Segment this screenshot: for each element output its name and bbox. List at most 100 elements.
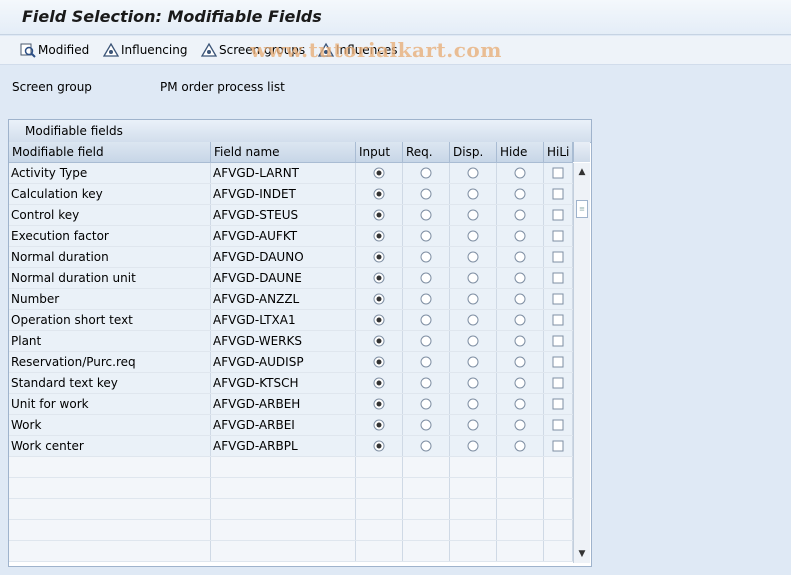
disp-radio[interactable]	[467, 167, 479, 179]
hide-radio[interactable]	[514, 377, 526, 389]
hili-checkbox[interactable]	[552, 293, 564, 305]
select-all-button[interactable]	[573, 142, 590, 162]
disp-radio[interactable]	[467, 335, 479, 347]
disp-radio[interactable]	[467, 230, 479, 242]
table-row[interactable]: Work AFVGD-ARBEI	[9, 415, 573, 436]
hili-checkbox[interactable]	[552, 209, 564, 221]
disp-radio[interactable]	[467, 440, 479, 452]
disp-radio[interactable]	[467, 419, 479, 431]
disp-radio[interactable]	[467, 398, 479, 410]
req-radio[interactable]	[420, 356, 432, 368]
table-row[interactable]: Control key AFVGD-STEUS	[9, 205, 573, 226]
column-header-modifiable-field[interactable]: Modifiable field	[9, 142, 211, 162]
hide-radio[interactable]	[514, 335, 526, 347]
req-radio[interactable]	[420, 209, 432, 221]
disp-radio[interactable]	[467, 251, 479, 263]
input-radio[interactable]	[373, 398, 385, 410]
hide-radio[interactable]	[514, 419, 526, 431]
scroll-down-icon[interactable]: ▼	[574, 547, 590, 561]
req-radio[interactable]	[420, 230, 432, 242]
table-row[interactable]: Work center AFVGD-ARBPL	[9, 436, 573, 457]
req-radio[interactable]	[420, 293, 432, 305]
table-row[interactable]: Normal duration AFVGD-DAUNO	[9, 247, 573, 268]
modified-button[interactable]: Modified	[20, 41, 89, 59]
column-header-field-name[interactable]: Field name	[211, 142, 356, 162]
disp-radio[interactable]	[467, 314, 479, 326]
hili-checkbox[interactable]	[552, 251, 564, 263]
scroll-up-icon[interactable]: ▲	[574, 165, 590, 179]
hide-radio[interactable]	[514, 167, 526, 179]
table-row[interactable]: Operation short text AFVGD-LTXA1	[9, 310, 573, 331]
hili-checkbox[interactable]	[552, 230, 564, 242]
req-radio[interactable]	[420, 377, 432, 389]
screen-groups-button[interactable]: Screen groups	[201, 41, 305, 59]
table-row[interactable]: Plant AFVGD-WERKS	[9, 331, 573, 352]
input-radio[interactable]	[373, 314, 385, 326]
disp-radio[interactable]	[467, 377, 479, 389]
influencing-button[interactable]: Influencing	[103, 41, 187, 59]
input-radio[interactable]	[373, 356, 385, 368]
input-radio[interactable]	[373, 209, 385, 221]
req-radio[interactable]	[420, 167, 432, 179]
hide-radio[interactable]	[514, 230, 526, 242]
req-radio[interactable]	[420, 314, 432, 326]
table-row[interactable]: Standard text key AFVGD-KTSCH	[9, 373, 573, 394]
req-radio[interactable]	[420, 188, 432, 200]
hili-checkbox[interactable]	[552, 377, 564, 389]
table-row[interactable]: Number AFVGD-ANZZL	[9, 289, 573, 310]
hide-radio[interactable]	[514, 272, 526, 284]
table-row[interactable]: Calculation key AFVGD-INDET	[9, 184, 573, 205]
hide-radio[interactable]	[514, 251, 526, 263]
disp-radio[interactable]	[467, 209, 479, 221]
hili-checkbox[interactable]	[552, 314, 564, 326]
column-header-hili[interactable]: HiLi	[544, 142, 573, 162]
disp-radio[interactable]	[467, 272, 479, 284]
table-row[interactable]: Reservation/Purc.req AFVGD-AUDISP	[9, 352, 573, 373]
input-radio[interactable]	[373, 335, 385, 347]
scroll-thumb[interactable]: ≡	[576, 200, 588, 218]
vertical-scrollbar[interactable]: ▲ ≡ ▼	[573, 163, 590, 563]
hide-radio[interactable]	[514, 188, 526, 200]
hide-radio[interactable]	[514, 356, 526, 368]
req-radio[interactable]	[420, 251, 432, 263]
hili-checkbox[interactable]	[552, 419, 564, 431]
req-radio[interactable]	[420, 335, 432, 347]
req-radio[interactable]	[420, 440, 432, 452]
input-radio[interactable]	[373, 188, 385, 200]
table-row[interactable]: Activity Type AFVGD-LARNT	[9, 163, 573, 184]
input-radio[interactable]	[373, 167, 385, 179]
hili-checkbox[interactable]	[552, 167, 564, 179]
table-row[interactable]: Execution factor AFVGD-AUFKT	[9, 226, 573, 247]
column-header-input[interactable]: Input	[356, 142, 403, 162]
input-radio[interactable]	[373, 440, 385, 452]
disp-radio[interactable]	[467, 188, 479, 200]
input-radio[interactable]	[373, 419, 385, 431]
input-radio[interactable]	[373, 293, 385, 305]
column-header-req[interactable]: Req.	[403, 142, 450, 162]
req-radio[interactable]	[420, 272, 432, 284]
req-radio[interactable]	[420, 419, 432, 431]
column-header-disp[interactable]: Disp.	[450, 142, 497, 162]
table-row[interactable]: Unit for work AFVGD-ARBEH	[9, 394, 573, 415]
column-header-hide[interactable]: Hide	[497, 142, 544, 162]
hili-checkbox[interactable]	[552, 440, 564, 452]
hili-checkbox[interactable]	[552, 356, 564, 368]
hili-checkbox[interactable]	[552, 398, 564, 410]
disp-radio[interactable]	[467, 293, 479, 305]
disp-radio[interactable]	[467, 356, 479, 368]
hide-radio[interactable]	[514, 398, 526, 410]
req-radio[interactable]	[420, 398, 432, 410]
influences-button[interactable]: Influences	[318, 41, 398, 59]
input-radio[interactable]	[373, 230, 385, 242]
hili-checkbox[interactable]	[552, 272, 564, 284]
hide-radio[interactable]	[514, 440, 526, 452]
table-row[interactable]: Normal duration unit AFVGD-DAUNE	[9, 268, 573, 289]
input-radio[interactable]	[373, 377, 385, 389]
input-radio[interactable]	[373, 251, 385, 263]
hide-radio[interactable]	[514, 209, 526, 221]
hili-checkbox[interactable]	[552, 335, 564, 347]
hili-checkbox[interactable]	[552, 188, 564, 200]
hide-radio[interactable]	[514, 293, 526, 305]
hide-radio[interactable]	[514, 314, 526, 326]
input-radio[interactable]	[373, 272, 385, 284]
